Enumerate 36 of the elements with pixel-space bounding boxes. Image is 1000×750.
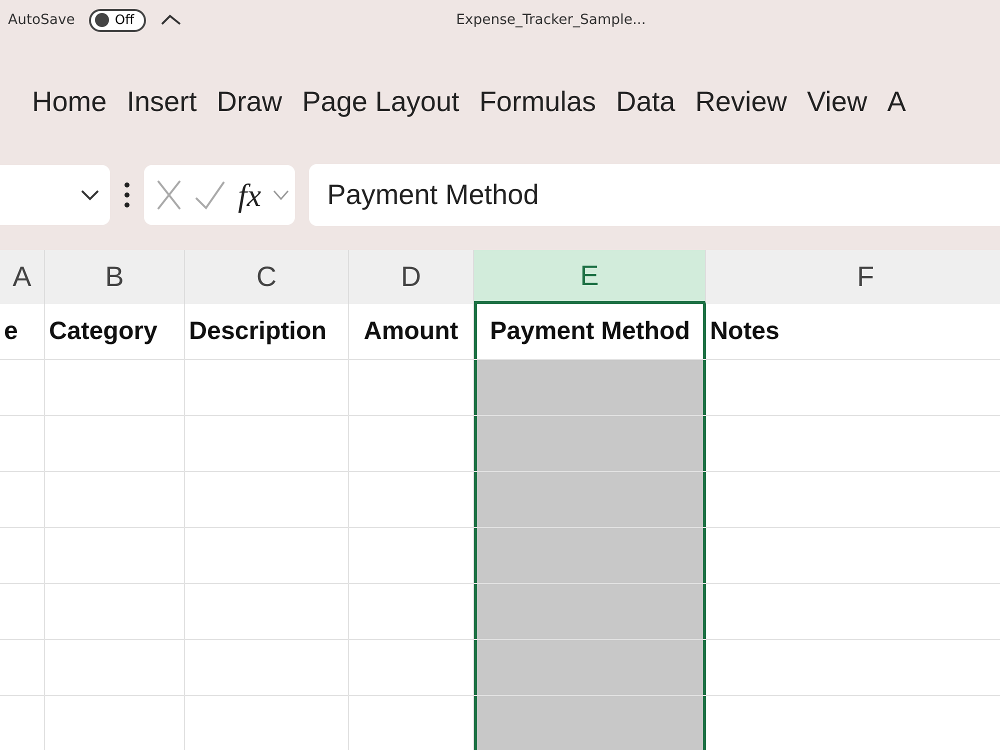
column-header[interactable]: C [185, 250, 349, 304]
autosave-label: AutoSave [8, 12, 75, 28]
selected-cell[interactable] [474, 528, 706, 583]
selected-cell[interactable] [474, 584, 706, 639]
ribbon-tab[interactable]: View [797, 82, 878, 122]
ribbon-tab[interactable]: Data [606, 82, 686, 122]
autosave-toggle[interactable]: Off [88, 8, 146, 32]
table-cell: Amount [349, 304, 474, 359]
ribbon-tab[interactable]: Draw [206, 82, 292, 122]
formula-input[interactable]: Payment Method [309, 164, 1000, 226]
selected-cell[interactable] [474, 696, 706, 750]
column-header[interactable]: B [45, 250, 185, 304]
ribbon-tab[interactable]: Insert [116, 82, 207, 122]
ribbon-tab[interactable]: A [877, 82, 916, 122]
ribbon-tab[interactable]: Home [22, 82, 117, 122]
table-cell: e [0, 304, 45, 359]
column-header[interactable]: E [474, 250, 706, 304]
check-icon[interactable] [194, 180, 226, 210]
ribbon-tab[interactable]: Review [685, 82, 797, 122]
ribbon-tab[interactable]: Page Layout [292, 82, 470, 122]
table-cell: Description [185, 304, 349, 359]
column-header[interactable]: A [0, 250, 45, 304]
chevron-down-icon[interactable] [273, 190, 290, 200]
chevron-down-icon [80, 189, 100, 201]
selected-cell[interactable] [474, 360, 706, 415]
table-cell: Category [45, 304, 185, 359]
selected-cell[interactable] [474, 640, 706, 695]
cancel-icon[interactable] [156, 179, 182, 211]
more-options-icon[interactable] [124, 182, 130, 208]
selected-cell[interactable] [474, 416, 706, 471]
column-header[interactable]: F [706, 250, 1000, 304]
table-cell: Notes [706, 304, 1000, 359]
selected-cell[interactable] [474, 472, 706, 527]
file-name: Expense_Tracker_Sample... [456, 12, 646, 28]
ribbon-tab[interactable]: Formulas [469, 82, 606, 122]
function-button[interactable]: fx [238, 176, 262, 214]
